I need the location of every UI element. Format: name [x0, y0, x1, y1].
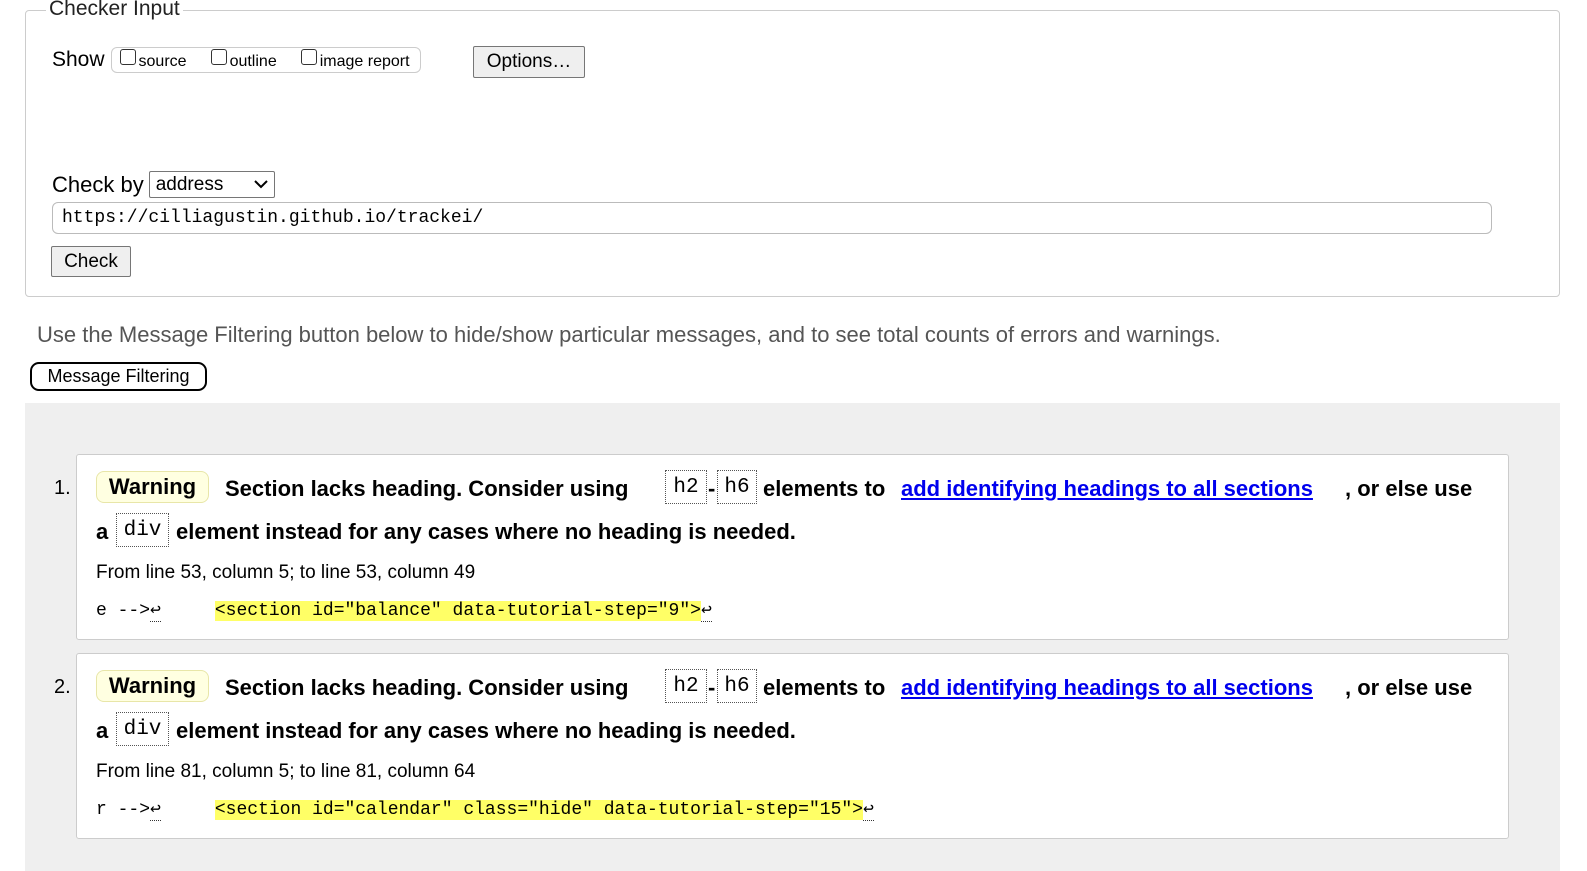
check-by-select[interactable]: address [148, 171, 275, 198]
extract-prefix: r --> [96, 800, 151, 820]
show-image-report-option[interactable]: image report [300, 49, 410, 71]
message-item: 2. Warning Section lacks heading. Consid… [54, 653, 1509, 839]
checker-input-legend: Checker Input [46, 0, 183, 21]
checker-input-fieldset: Checker Input Show source outline image … [25, 0, 1560, 297]
headings-help-link[interactable]: add identifying headings to all sections [901, 476, 1313, 502]
code-h6: h6 [717, 470, 757, 504]
image-report-checkbox[interactable] [300, 49, 317, 65]
code-h6: h6 [717, 669, 757, 703]
dash-text: - [708, 675, 716, 700]
message-number: 1. [54, 477, 71, 499]
url-input[interactable]: https://cilliagustin.github.io/trackei/ [52, 202, 1492, 234]
message-text-middle: elements to [763, 476, 886, 501]
return-icon: ↩ [862, 800, 874, 821]
code-extract: r -->↩ <section id="calendar" class="hid… [96, 798, 874, 821]
code-h2: h2 [665, 470, 707, 504]
message-text-after: , or else use [1345, 675, 1473, 700]
options-button[interactable]: Options… [473, 46, 585, 78]
show-source-option[interactable]: source [119, 49, 187, 71]
message-text-middle: elements to [763, 675, 886, 700]
message-number: 2. [54, 676, 71, 698]
show-outline-option[interactable]: outline [210, 49, 277, 71]
message-text-after: , or else use [1345, 476, 1473, 501]
message-filtering-info: Use the Message Filtering button below t… [37, 322, 1221, 347]
extract-prefix: e --> [96, 601, 151, 621]
code-h2: h2 [665, 669, 707, 703]
source-checkbox-label: source [138, 53, 187, 70]
warning-badge: Warning [96, 471, 209, 503]
dash-text: - [708, 476, 716, 501]
code-div: div [116, 513, 169, 547]
warning-badge: Warning [96, 670, 209, 702]
outline-checkbox[interactable] [210, 49, 227, 65]
extract-highlight: <section id="balance" data-tutorial-step… [214, 601, 701, 621]
show-row: Show source outline image report [52, 47, 421, 73]
check-button[interactable]: Check [51, 246, 131, 277]
message-filtering-button[interactable]: Message Filtering [30, 362, 207, 391]
extract-highlight: <section id="calendar" class="hide" data… [214, 800, 863, 820]
return-icon: ↩ [700, 601, 712, 622]
message-text: Section lacks heading. Consider using [225, 675, 629, 700]
source-checkbox[interactable] [119, 49, 136, 65]
message-location: From line 53, column 5; to line 53, colu… [96, 562, 476, 583]
message-line2-start: a [96, 519, 109, 544]
show-options-group: source outline image report [110, 47, 421, 73]
check-by-row: Check by address [52, 171, 275, 198]
message-line2-end: element instead for any cases where no h… [176, 718, 796, 743]
chevron-down-icon [254, 180, 268, 189]
show-label: Show [52, 48, 105, 71]
message-location: From line 81, column 5; to line 81, colu… [96, 761, 476, 782]
code-extract: e -->↩ <section id="balance" data-tutori… [96, 599, 712, 622]
image-report-checkbox-label: image report [319, 53, 410, 70]
message-line2-start: a [96, 718, 109, 743]
message-line2-end: element instead for any cases where no h… [176, 519, 796, 544]
check-by-label: Check by [52, 171, 144, 197]
results-area: 1. Warning Section lacks heading. Consid… [25, 403, 1560, 871]
return-icon: ↩ [150, 601, 161, 622]
message-text: Section lacks heading. Consider using [225, 476, 629, 501]
return-icon: ↩ [150, 800, 161, 821]
code-div: div [116, 712, 169, 746]
headings-help-link[interactable]: add identifying headings to all sections [901, 675, 1313, 701]
outline-checkbox-label: outline [229, 53, 277, 70]
message-item: 1. Warning Section lacks heading. Consid… [54, 454, 1509, 640]
check-by-select-value: address [155, 173, 224, 195]
